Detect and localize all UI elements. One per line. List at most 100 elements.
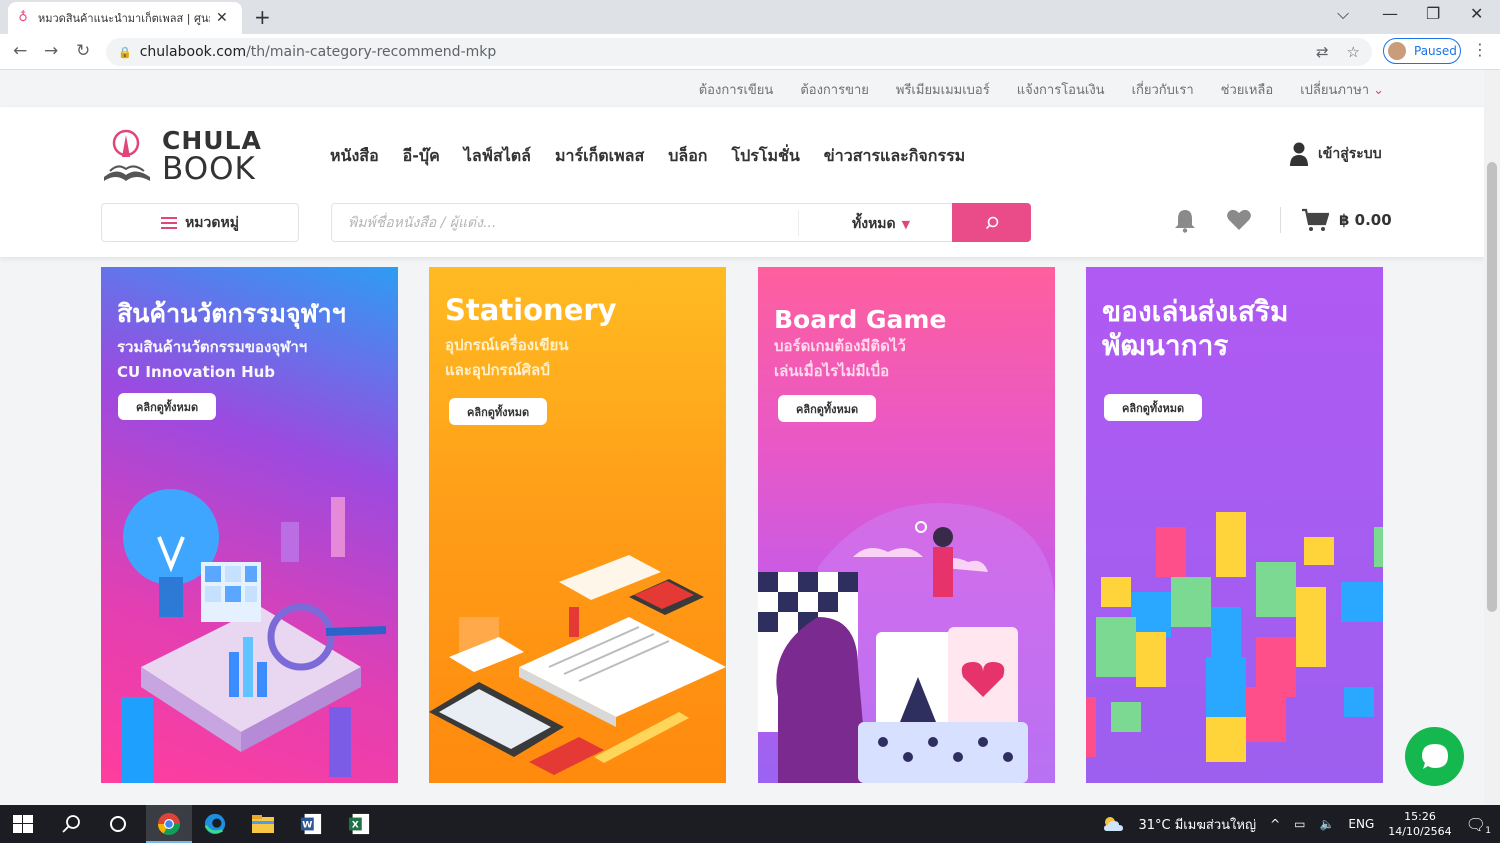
browser-toolbar: ← → ↻ 🔒 chulabook.com/th/main-category-r… (0, 34, 1500, 70)
avatar (1388, 42, 1406, 60)
user-icon (1290, 142, 1308, 166)
nav-promotion[interactable]: โปรโมชั่น (732, 144, 800, 169)
search-divider (798, 210, 799, 236)
card-subtitle: อุปกรณ์เครื่องเขียน (445, 336, 569, 354)
card-subtitle: บอร์ดเกมต้องมีติดไว้ (774, 337, 906, 355)
profile-button[interactable]: Paused (1383, 38, 1461, 64)
card-subtitle: CU Innovation Hub (117, 363, 276, 381)
card-cu-innovation[interactable]: สินค้านวัตกรรมจุฬาฯ รวมสินค้านวัตกรรมของ… (101, 267, 398, 783)
header-actions: ฿ 0.00 (1172, 207, 1392, 233)
page-scrollbar[interactable] (1484, 70, 1500, 805)
util-link-sell[interactable]: ต้องการขาย (800, 79, 869, 100)
chevron-down-icon: ⌄ (1373, 83, 1384, 98)
new-tab-icon[interactable]: + (254, 5, 271, 29)
util-link-payment[interactable]: แจ้งการโอนเงิน (1017, 79, 1105, 100)
nav-marketplace[interactable]: มาร์เก็ตเพลส (555, 144, 644, 169)
view-all-button[interactable]: คลิกดูทั้งหมด (118, 393, 217, 420)
nav-books[interactable]: หนังสือ (330, 144, 379, 169)
excel-icon[interactable]: X (347, 813, 371, 835)
bookmark-star-icon[interactable]: ☆ (1347, 43, 1360, 61)
cart-icon[interactable] (1301, 208, 1329, 232)
browser-menu-icon[interactable]: ⋮ (1472, 40, 1488, 59)
search-icon (985, 216, 998, 229)
live-chat-button[interactable] (1405, 727, 1464, 786)
card-board-game[interactable]: Board Game บอร์ดเกมต้องมีติดไว้ เล่นเมื่… (758, 267, 1055, 783)
card-subtitle: และอุปกรณ์ศิลป์ (445, 361, 550, 379)
browser-tab[interactable]: ♁ หมวดสินค้าแนะนำมาเก็ตเพลส | ศูนย์หนังส… (8, 2, 242, 34)
util-link-about[interactable]: เกี่ยวกับเรา (1132, 79, 1194, 100)
view-all-button[interactable]: คลิกดูทั้งหมด (1104, 394, 1203, 421)
view-all-button[interactable]: คลิกดูทั้งหมด (778, 395, 877, 422)
util-link-write[interactable]: ต้องการเขียน (699, 79, 774, 100)
notification-count: 1 (1485, 825, 1491, 836)
taskbar-clock[interactable]: 15:26 14/10/2564 (1388, 809, 1451, 839)
category-label: หมวดหมู่ (185, 214, 239, 231)
svg-text:W: W (302, 820, 312, 831)
volume-icon[interactable]: 🔈 (1319, 817, 1334, 831)
nav-lifestyle[interactable]: ไลฟ์สไตล์ (464, 144, 531, 169)
windows-start-icon[interactable] (13, 815, 33, 833)
network-icon[interactable]: ▭ (1294, 817, 1305, 831)
scrollbar-thumb[interactable] (1487, 162, 1497, 612)
input-language[interactable]: ENG (1348, 817, 1374, 831)
chat-bubble-icon (1421, 743, 1448, 769)
search-input[interactable] (348, 212, 788, 234)
notification-center-icon[interactable]: 🗨 1 (1466, 815, 1491, 836)
forward-icon[interactable]: → (44, 41, 58, 61)
card-stationery[interactable]: Stationery อุปกรณ์เครื่องเขียน และอุปกรณ… (429, 267, 726, 783)
search-bar: ทั้งหมด▼ (331, 203, 1031, 242)
card-title: สินค้านวัตกรรมจุฬาฯ (117, 299, 346, 328)
browser-tab-bar: ♁ หมวดสินค้าแนะนำมาเก็ตเพลส | ศูนย์หนังส… (0, 0, 1500, 34)
cart-total[interactable]: ฿ 0.00 (1339, 211, 1392, 229)
edge-icon[interactable] (203, 813, 227, 835)
minimize-icon[interactable]: — (1382, 4, 1398, 23)
tab-title: หมวดสินค้าแนะนำมาเก็ตเพลส | ศูนย์หนังสือ… (38, 12, 210, 25)
translate-icon[interactable]: ⇄ (1316, 43, 1329, 61)
category-menu-button[interactable]: หมวดหมู่ (101, 203, 299, 242)
nav-ebooks[interactable]: อี-บุ๊ค (403, 144, 440, 169)
util-link-premium[interactable]: พรีเมียมเมมเบอร์ (896, 79, 990, 100)
view-all-button[interactable]: คลิกดูทั้งหมด (449, 398, 548, 425)
board-game-illustration (758, 503, 1055, 783)
login-link[interactable]: เข้าสู่ระบบ (1290, 142, 1382, 166)
taskbar-chrome-active[interactable] (146, 805, 192, 843)
login-label: เข้าสู่ระบบ (1318, 146, 1382, 162)
category-cards: สินค้านวัตกรรมจุฬาฯ รวมสินค้านวัตกรรมของ… (101, 267, 1383, 783)
address-bar[interactable]: 🔒 chulabook.com/th/main-category-recomme… (106, 38, 1372, 66)
file-explorer-icon[interactable] (251, 813, 275, 835)
clock-time: 15:26 (1404, 810, 1436, 823)
tab-search-chevron-icon[interactable]: ⌵ (1337, 4, 1349, 24)
task-view-icon[interactable] (106, 813, 130, 835)
back-icon[interactable]: ← (13, 41, 27, 61)
lock-icon[interactable]: 🔒 (118, 46, 132, 59)
util-link-help[interactable]: ช่วยเหลือ (1221, 79, 1274, 100)
notification-bell-icon[interactable] (1172, 207, 1198, 233)
close-tab-icon[interactable]: ✕ (216, 10, 228, 26)
nav-blog[interactable]: บล็อก (668, 144, 707, 169)
search-scope-dropdown[interactable]: ทั้งหมด ▼ (852, 213, 910, 235)
wishlist-heart-icon[interactable] (1226, 207, 1252, 233)
site-logo[interactable]: CHULA BOOK (102, 127, 261, 185)
search-button[interactable] (952, 203, 1031, 242)
weather-cloud-icon[interactable] (1102, 815, 1124, 833)
weather-text[interactable]: 31°C มีเมฆส่วนใหญ่ (1138, 814, 1256, 835)
tray-chevron-up-icon[interactable]: ^ (1270, 817, 1280, 831)
windows-taskbar: W X 31°C มีเมฆส่วนใหญ่ ^ ▭ 🔈 ENG 15:26 1… (0, 805, 1500, 843)
innovation-illustration (121, 489, 387, 783)
restore-icon[interactable]: ❐ (1426, 4, 1440, 23)
card-subtitle: รวมสินค้านวัตกรรมของจุฬาฯ (117, 338, 308, 356)
card-developmental-toys[interactable]: ของเล่นส่งเสริม พัฒนาการ คลิกดูทั้งหมด (1086, 267, 1383, 783)
utility-bar: ต้องการเขียน ต้องการขาย พรีเมียมเมมเบอร์… (0, 70, 1484, 107)
close-window-icon[interactable]: ✕ (1470, 4, 1483, 23)
profile-status: Paused (1414, 44, 1457, 58)
svg-text:X: X (352, 820, 359, 831)
nav-news[interactable]: ข่าวสารและกิจกรรม (824, 144, 965, 169)
word-icon[interactable]: W (299, 813, 323, 835)
reload-icon[interactable]: ↻ (76, 41, 90, 61)
logo-wordmark: CHULA BOOK (162, 126, 262, 187)
card-title: Board Game (774, 305, 947, 334)
util-link-language[interactable]: เปลี่ยนภาษา ⌄ (1300, 79, 1384, 100)
search-icon[interactable] (60, 813, 84, 835)
main-navigation: หนังสือ อี-บุ๊ค ไลฟ์สไตล์ มาร์เก็ตเพลส บ… (330, 144, 965, 169)
clock-date: 14/10/2564 (1388, 825, 1452, 838)
